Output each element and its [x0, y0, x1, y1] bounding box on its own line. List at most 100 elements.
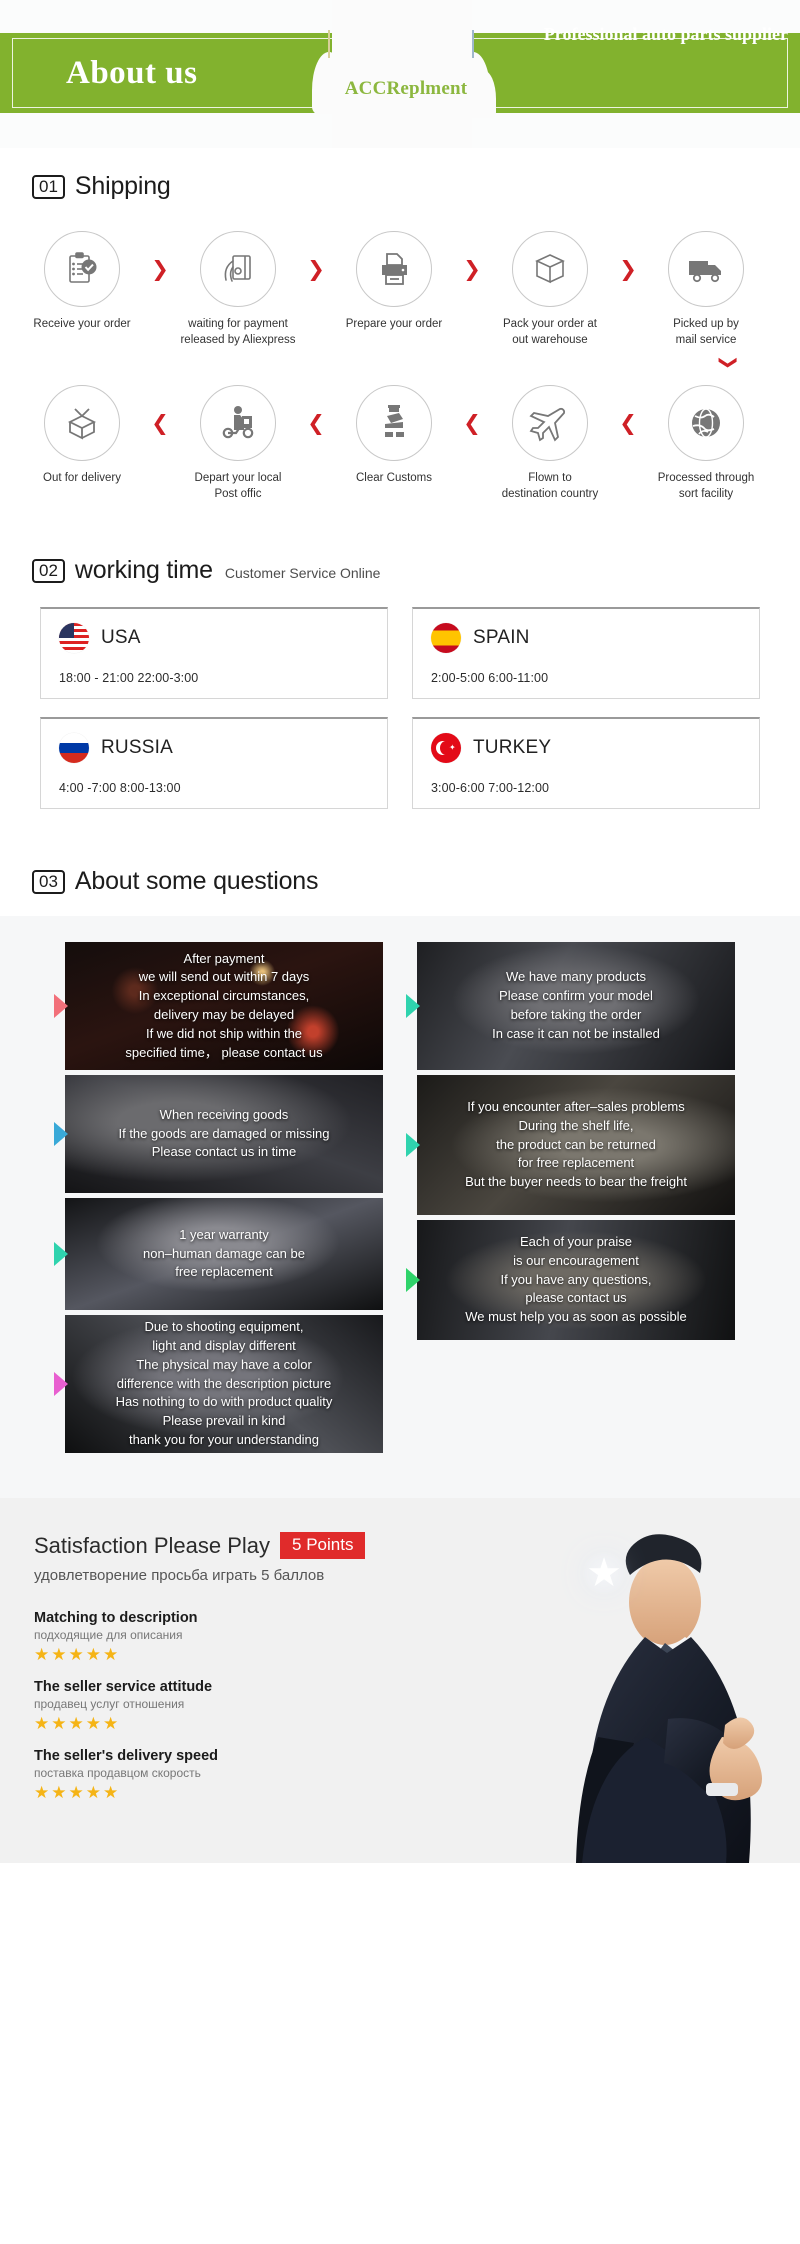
step-label: waiting for payment released by Aliexpre…	[180, 318, 296, 346]
faq-column-right: We have many products Please confirm you…	[406, 942, 735, 1458]
working-hours: 18:00 - 21:00 22:00-3:00	[59, 671, 199, 686]
criterion-label-ru: продавец услуг отношения	[34, 1697, 185, 1712]
card-header: ✦ TURKEY	[431, 733, 741, 764]
section-title: Shipping	[74, 172, 171, 200]
header-tagline: Professional auto parts supplier	[543, 24, 788, 44]
criterion-label-ru: подходящие для описания	[34, 1628, 183, 1643]
star-rating[interactable]: ★★★★★	[34, 1714, 800, 1734]
shipping-steps-row-2: Out for delivery ❮ Depart your local Pos…	[0, 385, 800, 502]
chevron-right-icon: ❯	[619, 257, 637, 281]
shipping-step: Flown to destination country	[486, 385, 614, 502]
country-name: RUSSIA	[101, 737, 173, 759]
shipping-step: waiting for payment released by Aliexpre…	[174, 231, 302, 348]
shipping-step: Receive your order	[18, 231, 146, 333]
box-icon	[535, 254, 565, 284]
faq-text: When receiving goods If the goods are da…	[118, 1106, 330, 1160]
shipping-step: Prepare your order	[330, 231, 458, 333]
step-label: Depart your local Post offic	[194, 472, 282, 500]
section-number: 01	[32, 174, 65, 199]
faq-photo: Due to shooting equipment, light and dis…	[65, 1315, 383, 1454]
shipping-section: 01 Shipping Receive your order ❯ waiting…	[0, 148, 800, 502]
logo-backdrop	[332, 0, 472, 148]
chevron-left-icon: ❮	[619, 411, 637, 436]
card-header: SPAIN	[431, 623, 741, 654]
step-label: Prepare your order	[345, 318, 443, 330]
flag-russia-icon	[59, 733, 89, 764]
step-label: Out for delivery	[43, 472, 121, 485]
step-label: Pack your order at out warehouse	[503, 318, 597, 346]
faq-photo: When receiving goods If the goods are da…	[65, 1075, 383, 1194]
shipping-step: Clear Customs	[330, 385, 458, 487]
faq-heading: 03 About some questions	[0, 867, 800, 896]
arrow-marker-icon	[54, 1122, 68, 1147]
faq-photo: After payment we will send out within 7 …	[65, 942, 383, 1071]
country-name: TURKEY	[473, 737, 552, 759]
faq-body: After payment we will send out within 7 …	[0, 916, 800, 1499]
shipping-step: Picked up by mail service	[642, 231, 770, 348]
faq-photo: Each of your praise is our encouragement…	[417, 1220, 735, 1341]
flag-spain-icon	[431, 623, 461, 654]
faq-item: Due to shooting equipment, light and dis…	[54, 1315, 383, 1454]
chevron-right-icon: ❯	[463, 257, 481, 281]
chevron-left-icon: ❮	[307, 411, 325, 436]
working-hours: 2:00-5:00 6:00-11:00	[431, 671, 549, 686]
feedback-criterion: The seller's delivery speed поставка про…	[34, 1748, 800, 1803]
brand-logo: ACCReplment	[344, 78, 468, 99]
faq-photo: 1 year warranty non–human damage can be …	[65, 1198, 383, 1311]
star-rating[interactable]: ★★★★★	[34, 1783, 800, 1803]
working-time-card-turkey: ✦ TURKEY 3:00-6:00 7:00-12:00	[412, 717, 760, 810]
step-label: Processed through sort facility	[657, 472, 755, 500]
working-time-grid: USA 18:00 - 21:00 22:00-3:00 SPAIN 2:00-…	[0, 585, 800, 810]
shipping-step: Processed through sort facility	[642, 385, 770, 502]
chevron-down-icon: ❯	[717, 354, 739, 371]
criterion-label-ru: поставка продавцом скорость	[34, 1766, 201, 1781]
faq-item: When receiving goods If the goods are da…	[54, 1075, 383, 1194]
star-rating[interactable]: ★★★★★	[34, 1645, 800, 1665]
clipboard-check-icon	[69, 252, 97, 283]
page-header: About us Professional auto parts supplie…	[0, 0, 800, 148]
working-time-card-russia: RUSSIA 4:00 -7:00 8:00-13:00	[40, 717, 388, 810]
flag-turkey-icon: ✦	[431, 733, 461, 764]
feedback-criteria-list: Matching to description подходящие для о…	[34, 1610, 800, 1803]
flag-usa-icon	[59, 623, 89, 654]
feedback-section: ★ Satisfaction Please Play 5 Points удов…	[0, 1498, 800, 1864]
about-us-page: About us Professional auto parts supplie…	[0, 0, 800, 1864]
card-header: RUSSIA	[59, 733, 369, 764]
faq-text: If you encounter after–sales problems Du…	[465, 1098, 687, 1190]
working-hours: 3:00-6:00 7:00-12:00	[431, 781, 550, 796]
truck-icon	[689, 261, 721, 283]
chevron-right-icon: ❯	[151, 257, 169, 281]
chevron-left-icon: ❮	[151, 411, 169, 436]
section-number: 02	[32, 558, 65, 583]
feedback-subtitle: удовлетворение просьба играть 5 баллов	[34, 1567, 325, 1585]
faq-text: We have many products Please confirm you…	[492, 969, 660, 1041]
working-hours: 4:00 -7:00 8:00-13:00	[59, 781, 181, 796]
shipping-step: Out for delivery	[18, 385, 146, 487]
step-icon-circle	[44, 231, 120, 307]
chevron-left-icon: ❮	[463, 411, 481, 436]
step-icon-circle	[668, 385, 744, 462]
feedback-heading: Satisfaction Please Play 5 Points	[34, 1532, 800, 1560]
chevron-right-icon: ❯	[307, 257, 325, 281]
faq-text: After payment we will send out within 7 …	[125, 950, 323, 1060]
printer-icon	[382, 253, 407, 285]
dome-spire-right-icon	[472, 30, 474, 58]
scooter-courier-icon	[222, 406, 254, 439]
step-icon-circle	[512, 385, 588, 462]
faq-item: Each of your praise is our encouragement…	[406, 1220, 735, 1341]
shipping-step: Depart your local Post offic	[174, 385, 302, 502]
faq-item: If you encounter after–sales problems Du…	[406, 1075, 735, 1216]
faq-text: Each of your praise is our encouragement…	[465, 1233, 687, 1325]
step-icon-circle	[44, 385, 120, 462]
section-number: 03	[32, 869, 65, 894]
card-header: USA	[59, 623, 369, 654]
country-name: SPAIN	[473, 627, 530, 649]
hand-card-icon	[224, 255, 251, 282]
faq-item: 1 year warranty non–human damage can be …	[54, 1198, 383, 1311]
step-label: Flown to destination country	[501, 472, 599, 500]
step-icon-circle	[200, 385, 276, 462]
faq-photo: We have many products Please confirm you…	[417, 942, 735, 1071]
faq-section: 03 About some questions After payment we…	[0, 809, 800, 1499]
faq-text: Due to shooting equipment, light and dis…	[115, 1319, 333, 1448]
points-badge: 5 Points	[280, 1532, 366, 1560]
